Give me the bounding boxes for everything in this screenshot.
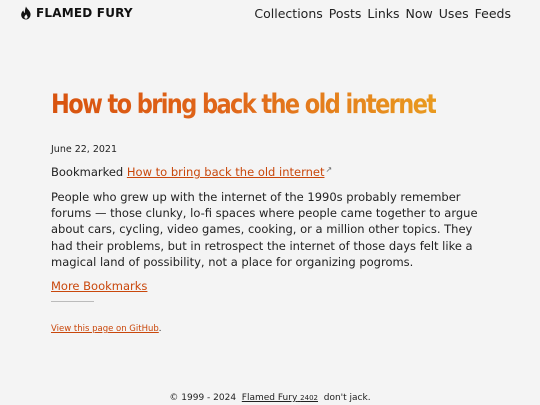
bookmarked-label: Bookmarked [51,165,124,179]
post-date: June 22, 2021 [51,144,118,155]
more-bookmarks-link[interactable]: More Bookmarks [51,279,147,293]
external-link-icon: ↗ [325,165,333,174]
site-name: FLAMED FURY [36,6,133,20]
post-title: How to bring back the old internet [51,88,437,120]
page: FLAMED FURY Collections Posts Links Now … [0,0,540,405]
bookmarked-link[interactable]: How to bring back the old internet [127,165,325,179]
post-excerpt: People who grew up with the internet of … [51,190,478,269]
footer-site-link[interactable]: Flamed Fury 2402 [242,393,318,403]
copyright-text: © 1999 - 2024 [169,393,237,403]
main-nav: Collections Posts Links Now Uses Feeds [254,6,511,21]
nav-uses[interactable]: Uses [439,6,469,21]
nav-collections[interactable]: Collections [254,6,322,21]
nav-feeds[interactable]: Feeds [475,6,511,21]
site-logo-link[interactable]: FLAMED FURY [20,6,133,20]
bookmark-line: Bookmarked How to bring back the old int… [51,165,332,179]
flame-icon [21,6,31,20]
nav-links[interactable]: Links [367,6,399,21]
site-footer: © 1999 - 2024 Flamed Fury 2402 don't jac… [0,393,540,403]
github-line: View this page on GitHub. [51,324,161,334]
divider [51,301,94,302]
nav-now[interactable]: Now [406,6,433,21]
github-link[interactable]: View this page on GitHub [51,324,159,334]
footer-version: 2402 [300,394,318,402]
github-period: . [158,324,162,334]
site-header: FLAMED FURY Collections Posts Links Now … [0,0,540,28]
nav-posts[interactable]: Posts [329,6,362,21]
footer-site-name: Flamed Fury [241,393,298,403]
footer-tagline: don't jack. [323,393,371,403]
